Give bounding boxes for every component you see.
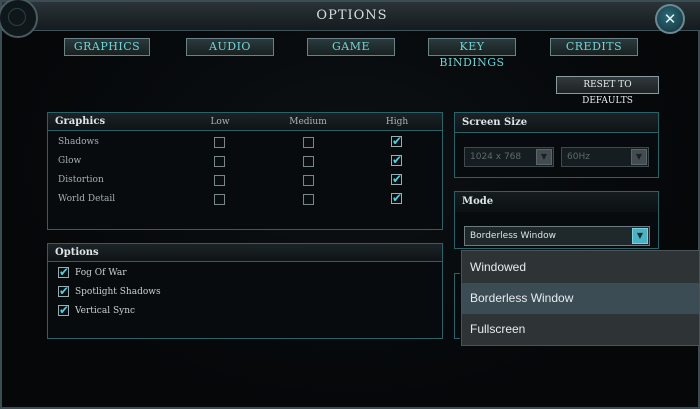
tab-graphics[interactable]: GRAPHICS	[64, 38, 150, 56]
column-high: High	[385, 117, 409, 127]
shadows-low-checkbox[interactable]	[214, 137, 225, 148]
refresh-rate-select[interactable]: 60Hz ▼	[561, 147, 649, 167]
mode-value: Borderless Window	[470, 231, 556, 241]
refresh-rate-value: 60Hz	[567, 152, 590, 162]
distortion-high-checkbox[interactable]: ✔	[391, 173, 402, 185]
shadows-high-checkbox[interactable]: ✔	[391, 135, 402, 147]
glow-high-checkbox[interactable]: ✔	[391, 154, 402, 166]
row-label-glow: Glow	[58, 156, 82, 166]
mode-option-fullscreen[interactable]: Fullscreen	[462, 314, 699, 345]
glow-medium-checkbox[interactable]	[303, 156, 314, 167]
window-title: OPTIONS	[316, 8, 388, 23]
mode-option-borderless-window[interactable]: Borderless Window	[462, 283, 699, 314]
mode-option-windowed[interactable]: Windowed	[462, 252, 699, 283]
tab-game[interactable]: GAME	[307, 38, 395, 56]
column-medium: Medium	[289, 117, 327, 127]
resolution-select[interactable]: 1024 x 768 ▼	[464, 147, 554, 167]
screen-size-panel: Screen Size 1024 x 768 ▼ 60Hz ▼	[454, 112, 659, 178]
tab-audio[interactable]: AUDIO	[186, 38, 274, 56]
mode-dropdown-list: Windowed Borderless Window Fullscreen	[461, 250, 700, 346]
row-label-shadows: Shadows	[58, 137, 99, 147]
row-label-world-detail: World Detail	[58, 194, 116, 204]
spotlight-shadows-label: Spotlight Shadows	[75, 287, 161, 297]
column-low: Low	[210, 117, 230, 127]
chevron-down-icon: ▼	[536, 149, 552, 165]
world-detail-low-checkbox[interactable]	[214, 194, 225, 205]
resolution-value: 1024 x 768	[470, 152, 522, 162]
fog-of-war-checkbox[interactable]: ✔	[58, 266, 69, 278]
glow-low-checkbox[interactable]	[214, 156, 225, 167]
world-detail-high-checkbox[interactable]: ✔	[391, 192, 402, 204]
world-detail-medium-checkbox[interactable]	[303, 194, 314, 205]
options-panel-header: Options	[48, 244, 442, 262]
shadows-medium-checkbox[interactable]	[303, 137, 314, 148]
options-panel: Options ✔ Fog Of War ✔ Spotlight Shadows…	[47, 243, 443, 339]
distortion-medium-checkbox[interactable]	[303, 175, 314, 186]
options-window: OPTIONS ✕ GRAPHICS AUDIO GAME KEY BINDIN…	[0, 0, 700, 409]
hidden-panel-edge	[454, 273, 460, 339]
spotlight-shadows-checkbox[interactable]: ✔	[58, 285, 69, 297]
screen-size-panel-title: Screen Size	[462, 117, 528, 128]
graphics-panel: Graphics Low Medium High Shadows Glow Di…	[47, 112, 443, 230]
title-bar: OPTIONS	[0, 0, 700, 38]
mode-select[interactable]: Borderless Window ▼	[464, 226, 650, 246]
fog-of-war-label: Fog Of War	[75, 268, 127, 278]
mode-panel-title: Mode	[462, 196, 494, 207]
chevron-down-icon: ▼	[632, 228, 648, 244]
close-button[interactable]: ✕	[655, 4, 685, 34]
chevron-down-icon: ▼	[631, 149, 647, 165]
mode-panel-header: Mode	[455, 192, 658, 212]
row-label-distortion: Distortion	[58, 175, 104, 185]
reset-to-defaults-button[interactable]: RESET TO DEFAULTS	[556, 76, 659, 106]
mode-panel: Mode Borderless Window ▼	[454, 191, 659, 249]
tab-credits[interactable]: CREDITS	[550, 38, 638, 56]
graphics-panel-title: Graphics	[55, 116, 106, 127]
screen-size-panel-header: Screen Size	[455, 113, 658, 133]
vertical-sync-checkbox[interactable]: ✔	[58, 304, 69, 316]
tab-key-bindings[interactable]: KEY BINDINGS	[428, 38, 516, 69]
options-panel-title: Options	[55, 247, 99, 258]
distortion-low-checkbox[interactable]	[214, 175, 225, 186]
vertical-sync-label: Vertical Sync	[75, 306, 136, 316]
